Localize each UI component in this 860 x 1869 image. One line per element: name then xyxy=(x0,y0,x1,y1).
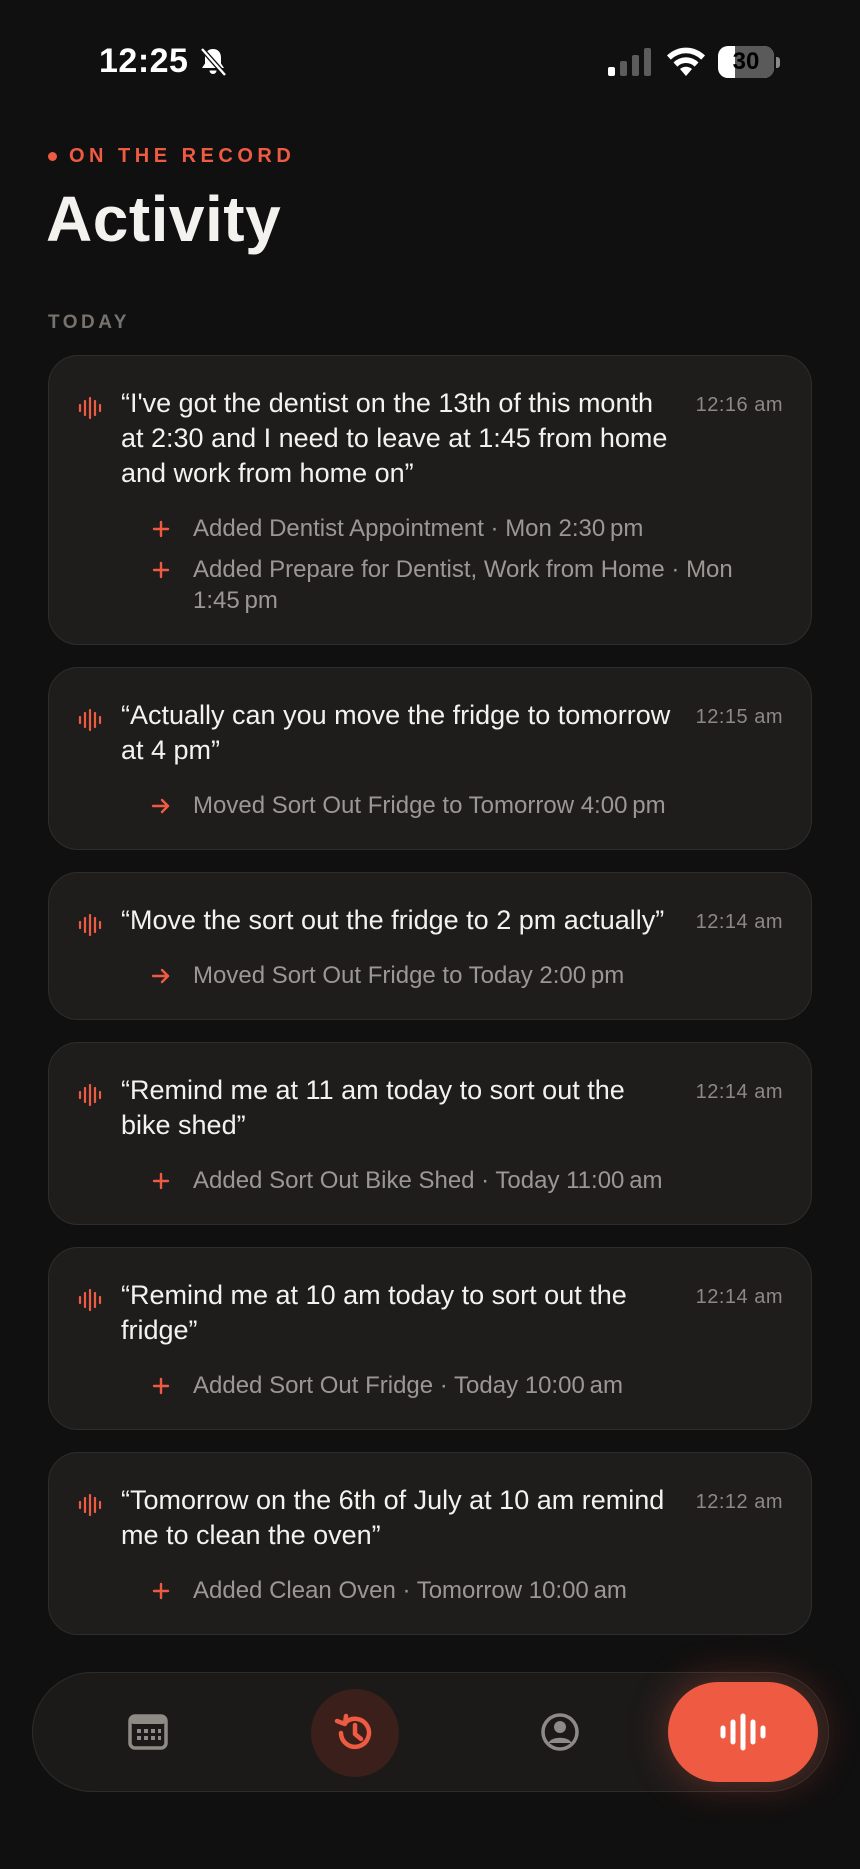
card-header: “Remind me at 11 am today to sort out th… xyxy=(77,1073,783,1143)
activity-card[interactable]: “I've got the dentist on the 13th of thi… xyxy=(48,355,812,645)
section-label-today: TODAY xyxy=(48,312,130,333)
activity-card[interactable]: “Actually can you move the fridge to tom… xyxy=(48,667,812,850)
transcript-quote: “Move the sort out the fridge to 2 pm ac… xyxy=(121,905,665,935)
activity-feed: “I've got the dentist on the 13th of thi… xyxy=(48,355,812,1657)
card-header: “Tomorrow on the 6th of July at 10 am re… xyxy=(77,1483,783,1553)
action-item: Added Prepare for Dentist, Work from Hom… xyxy=(77,554,783,616)
eyebrow: ON THE RECORD xyxy=(48,145,295,168)
cellular-signal-icon xyxy=(608,48,651,76)
activity-card[interactable]: “Move the sort out the fridge to 2 pm ac… xyxy=(48,872,812,1020)
activity-card[interactable]: “Remind me at 10 am today to sort out th… xyxy=(48,1247,812,1430)
arrow-right-icon xyxy=(151,968,170,984)
card-timestamp: 12:12 am xyxy=(695,1491,783,1513)
action-list: Moved Sort Out Fridge to Tomorrow 4:00 p… xyxy=(77,790,783,821)
wifi-icon xyxy=(667,47,705,76)
card-timestamp: 12:14 am xyxy=(695,1081,783,1103)
card-header: “Actually can you move the fridge to tom… xyxy=(77,698,783,768)
action-text: Added Dentist Appointment · Mon 2:30 pm xyxy=(193,515,644,542)
action-item: Added Sort Out Bike Shed · Today 11:00 a… xyxy=(77,1165,783,1196)
action-list: Added Sort Out Fridge · Today 10:00 am xyxy=(77,1370,783,1401)
waveform-icon xyxy=(78,708,102,732)
history-icon xyxy=(334,1713,372,1750)
action-text: Moved Sort Out Fridge to Tomorrow 4:00 p… xyxy=(193,792,666,819)
waveform-icon xyxy=(78,1083,102,1107)
nav-profile-button[interactable] xyxy=(535,1707,585,1757)
action-list: Added Sort Out Bike Shed · Today 11:00 a… xyxy=(77,1165,783,1196)
battery-level: 30 xyxy=(732,48,760,75)
action-text: Added Sort Out Fridge · Today 10:00 am xyxy=(193,1372,623,1399)
action-item: Added Dentist Appointment · Mon 2:30 pm xyxy=(77,513,783,544)
card-timestamp: 12:15 am xyxy=(695,706,783,728)
waveform-icon xyxy=(720,1713,766,1751)
plus-icon xyxy=(152,561,170,579)
transcript-quote: “Remind me at 10 am today to sort out th… xyxy=(121,1280,627,1345)
action-text: Added Clean Oven · Tomorrow 10:00 am xyxy=(193,1577,627,1604)
battery-tip xyxy=(776,57,780,68)
user-circle-icon xyxy=(541,1713,579,1751)
transcript-quote: “Actually can you move the fridge to tom… xyxy=(121,700,671,765)
calendar-icon xyxy=(128,1714,168,1750)
waveform-icon xyxy=(78,1493,102,1517)
card-header: “I've got the dentist on the 13th of thi… xyxy=(77,386,783,491)
page-title: Activity xyxy=(46,183,282,255)
plus-icon xyxy=(152,1377,170,1395)
plus-icon xyxy=(152,1172,170,1190)
card-timestamp: 12:14 am xyxy=(695,1286,783,1308)
eyebrow-label: ON THE RECORD xyxy=(69,145,296,167)
waveform-icon xyxy=(78,913,102,937)
waveform-icon xyxy=(78,396,102,420)
arrow-right-icon xyxy=(151,798,170,814)
status-time: 12:25 xyxy=(99,42,189,80)
battery-body: 30 xyxy=(718,46,774,78)
status-bar: 12:25 30 xyxy=(0,0,860,120)
action-list: Moved Sort Out Fridge to Today 2:00 pm xyxy=(77,960,783,991)
card-header: “Remind me at 10 am today to sort out th… xyxy=(77,1278,783,1348)
transcript-quote: “Remind me at 11 am today to sort out th… xyxy=(121,1075,625,1140)
card-header: “Move the sort out the fridge to 2 pm ac… xyxy=(77,903,783,938)
action-item: Added Clean Oven · Tomorrow 10:00 am xyxy=(77,1575,783,1606)
action-text: Moved Sort Out Fridge to Today 2:00 pm xyxy=(193,962,625,989)
transcript-quote: “Tomorrow on the 6th of July at 10 am re… xyxy=(121,1485,665,1550)
record-button[interactable] xyxy=(668,1682,818,1782)
recording-dot xyxy=(48,152,57,161)
waveform-icon xyxy=(78,1288,102,1312)
action-text: Added Sort Out Bike Shed · Today 11:00 a… xyxy=(193,1167,663,1194)
transcript-quote: “I've got the dentist on the 13th of thi… xyxy=(121,388,668,488)
action-item: Moved Sort Out Fridge to Tomorrow 4:00 p… xyxy=(77,790,783,821)
action-item: Moved Sort Out Fridge to Today 2:00 pm xyxy=(77,960,783,991)
action-list: Added Dentist Appointment · Mon 2:30 pm A… xyxy=(77,513,783,616)
action-list: Added Clean Oven · Tomorrow 10:00 am xyxy=(77,1575,783,1606)
plus-icon xyxy=(152,520,170,538)
activity-card[interactable]: “Remind me at 11 am today to sort out th… xyxy=(48,1042,812,1225)
plus-icon xyxy=(152,1582,170,1600)
nav-calendar-button[interactable] xyxy=(123,1707,173,1757)
bell-slash-icon xyxy=(200,47,227,77)
activity-card[interactable]: “Tomorrow on the 6th of July at 10 am re… xyxy=(48,1452,812,1635)
action-item: Added Sort Out Fridge · Today 10:00 am xyxy=(77,1370,783,1401)
card-timestamp: 12:14 am xyxy=(695,911,783,933)
battery-icon: 30 xyxy=(718,46,780,78)
action-text: Added Prepare for Dentist, Work from Hom… xyxy=(193,556,733,614)
card-timestamp: 12:16 am xyxy=(695,394,783,416)
nav-history-button[interactable] xyxy=(311,1689,399,1777)
